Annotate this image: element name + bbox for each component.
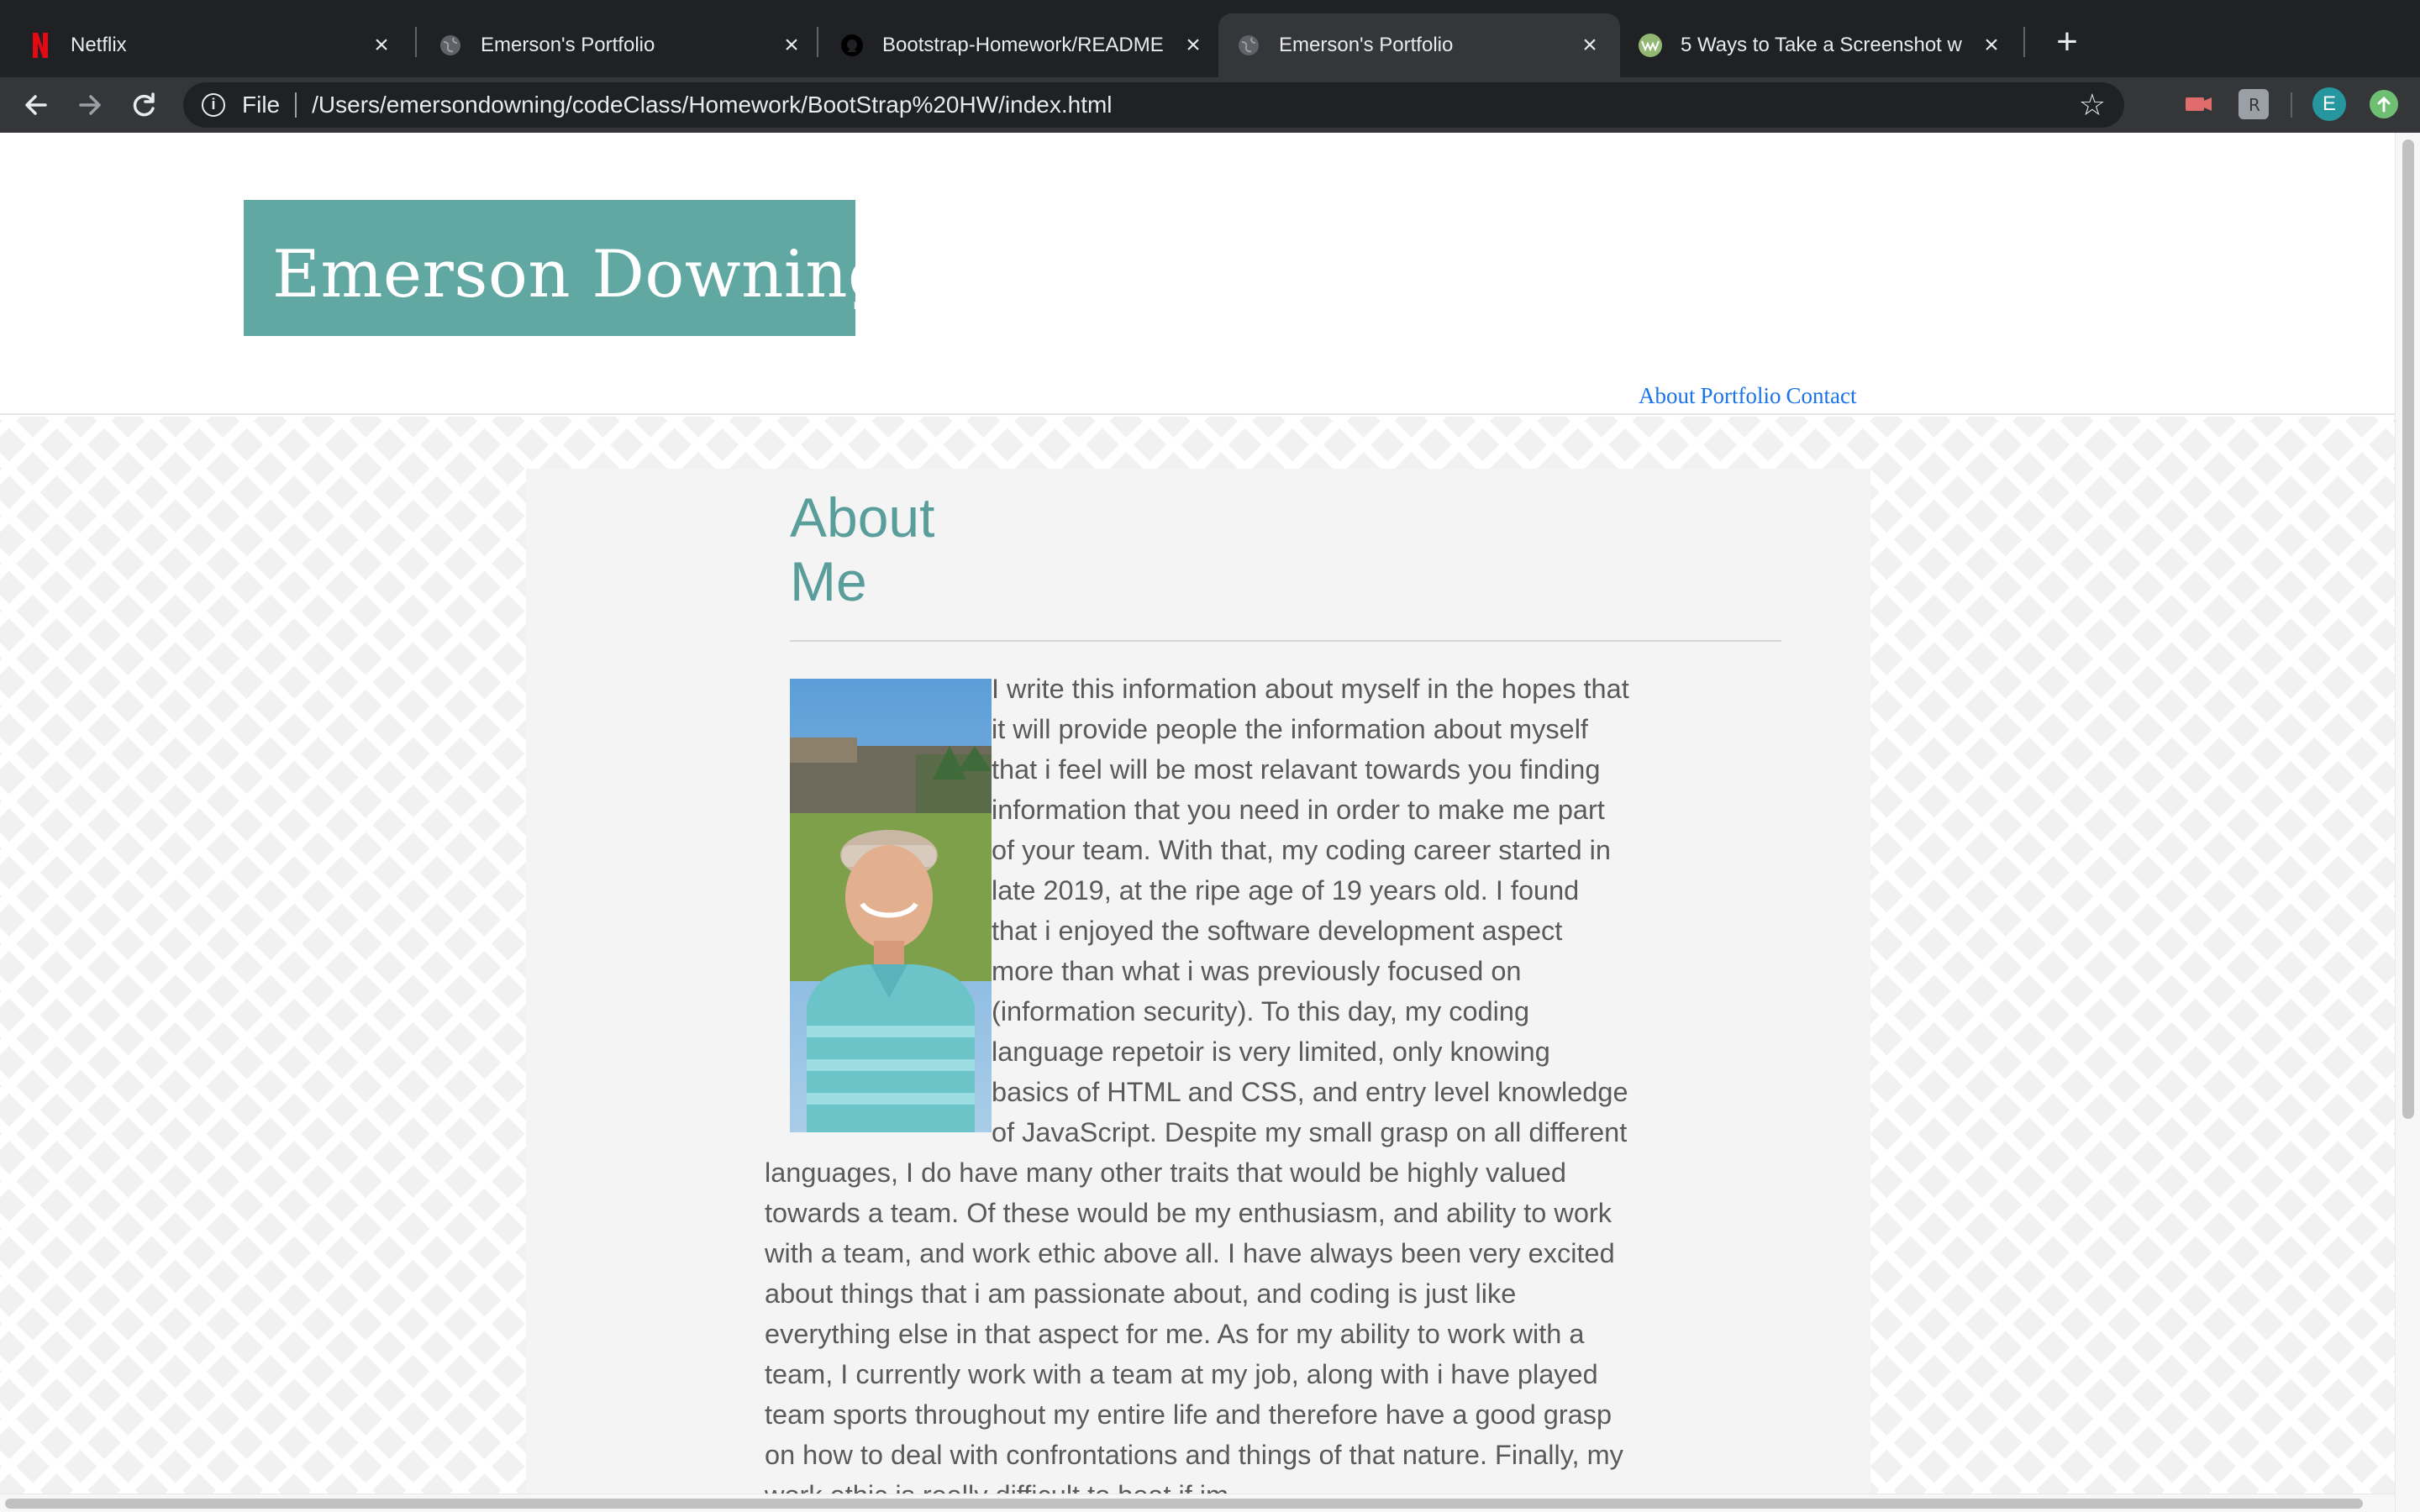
close-tab-icon[interactable]: × (1181, 33, 1205, 58)
tab-emersons-portfolio[interactable]: Emerson's Portfolio × (420, 13, 822, 77)
nav-link-about[interactable]: About (1639, 383, 1696, 408)
browser-toolbar: i File /Users/emersondowning/codeClass/H… (0, 77, 2420, 133)
back-arrow-icon[interactable] (15, 84, 57, 126)
info-icon[interactable]: i (202, 93, 225, 117)
tab-emersons-portfolio-active[interactable]: Emerson's Portfolio × (1218, 13, 1620, 77)
profile-avatar[interactable]: E (2312, 87, 2346, 121)
close-tab-icon[interactable]: × (1578, 33, 1602, 58)
scheme-label: File (242, 92, 281, 118)
reload-icon[interactable] (123, 84, 165, 126)
vertical-scroll-thumb[interactable] (2402, 139, 2414, 1119)
vertical-scrollbar[interactable] (2395, 133, 2420, 1512)
site-nav: About Portfolio Contact (1639, 383, 1862, 409)
about-heading-line1: About (790, 486, 935, 549)
wikihow-icon (1639, 34, 1662, 57)
globe-icon (1237, 34, 1260, 57)
close-tab-icon[interactable]: × (370, 33, 393, 58)
toolbar-divider (2291, 92, 2292, 118)
site-header: Emerson Downing About Portfolio Contact (0, 133, 2395, 415)
forward-arrow-icon[interactable] (69, 84, 111, 126)
github-icon (840, 34, 864, 57)
tab-separator (817, 27, 818, 57)
tab-separator (2023, 27, 2025, 57)
profile-photo (790, 679, 992, 1132)
close-tab-icon[interactable]: × (780, 33, 803, 58)
url-text[interactable]: /Users/emersondowning/codeClass/Homework… (312, 92, 1112, 118)
bookmark-star-icon[interactable]: ☆ (2079, 89, 2106, 121)
tab-title: 5 Ways to Take a Screenshot w (1681, 34, 1962, 56)
logo-text: Emerson Downing (272, 237, 891, 312)
tab-bootstrap-readme[interactable]: Bootstrap-Homework/README × (822, 13, 1223, 77)
horizontal-scrollbar[interactable] (0, 1494, 2395, 1512)
netflix-icon (29, 33, 52, 58)
horizontal-scroll-thumb[interactable] (5, 1499, 2363, 1509)
about-heading-line2: Me (790, 550, 867, 612)
tab-netflix[interactable]: Netflix × (10, 13, 412, 77)
address-bar[interactable]: i File /Users/emersondowning/codeClass/H… (183, 82, 2124, 128)
tab-title: Netflix (71, 34, 127, 56)
update-arrow-icon[interactable] (2370, 90, 2398, 118)
browser-tab-strip: Netflix × Emerson's Portfolio × Bootstra… (0, 0, 2420, 77)
extension-r-icon[interactable]: R (2238, 89, 2269, 119)
about-heading: About Me (790, 486, 975, 613)
address-divider (295, 92, 297, 118)
extension-record-icon[interactable] (2183, 89, 2213, 119)
new-tab-button[interactable]: + (2044, 18, 2091, 66)
nav-link-contact[interactable]: Contact (1786, 383, 1857, 408)
tab-title: Emerson's Portfolio (481, 34, 655, 56)
close-tab-icon[interactable]: × (1980, 33, 2003, 58)
tab-separator (415, 27, 417, 57)
tab-title: Emerson's Portfolio (1279, 34, 1454, 56)
page-viewport: Emerson Downing About Portfolio Contact Ab… (0, 133, 2420, 1512)
globe-icon (439, 34, 462, 57)
site-logo[interactable]: Emerson Downing (244, 200, 890, 336)
section-divider (790, 640, 1781, 642)
tab-title: Bootstrap-Homework/README (882, 34, 1164, 56)
nav-link-portfolio[interactable]: Portfolio (1701, 383, 1781, 408)
svg-text:R: R (2249, 95, 2260, 115)
about-section: I write this information about myself in… (765, 669, 1630, 1512)
tab-screenshot-article[interactable]: 5 Ways to Take a Screenshot w × (1620, 13, 2022, 77)
